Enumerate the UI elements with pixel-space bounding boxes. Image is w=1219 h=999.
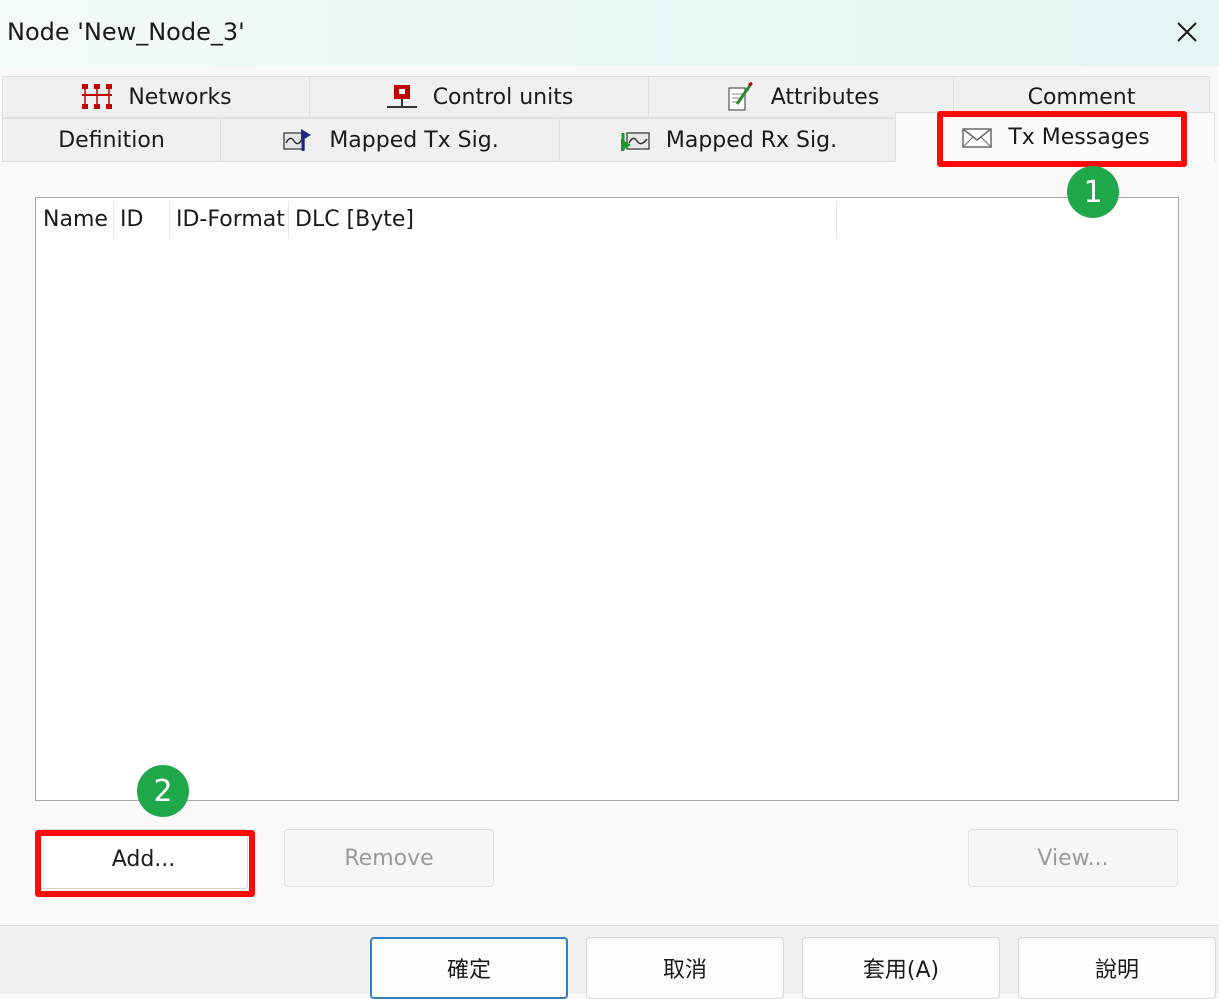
apply-button[interactable]: 套用(A)	[802, 937, 1000, 999]
tab-label: Networks	[128, 84, 232, 110]
tab-mapped-rx-sig[interactable]: Mapped Rx Sig.	[559, 118, 896, 162]
control-units-icon	[385, 82, 419, 112]
networks-icon	[80, 82, 114, 112]
step-badge-2: 2	[137, 765, 189, 817]
mapped-rx-signal-icon	[618, 125, 652, 155]
column-header-filler	[836, 202, 1176, 238]
tab-label: Tx Messages	[1008, 125, 1150, 150]
remove-button[interactable]: Remove	[284, 829, 494, 887]
tab-tx-messages[interactable]: Tx Messages	[895, 112, 1215, 162]
tab-label: Comment	[1027, 84, 1136, 110]
attributes-icon	[723, 81, 757, 112]
add-button[interactable]: Add...	[39, 829, 248, 889]
tab-label: Mapped Tx Sig.	[329, 127, 499, 153]
window-title: Node 'New_Node_3'	[7, 18, 245, 46]
cancel-button[interactable]: 取消	[586, 937, 784, 999]
tab-networks[interactable]: Networks	[2, 76, 310, 118]
close-icon	[1177, 22, 1197, 42]
column-header-name[interactable]: Name	[36, 202, 114, 238]
tab-definition[interactable]: Definition	[2, 118, 221, 162]
help-button[interactable]: 說明	[1018, 937, 1216, 999]
tab-label: Mapped Rx Sig.	[665, 127, 838, 153]
title-bar: Node 'New_Node_3'	[0, 0, 1219, 66]
tab-mapped-tx-sig[interactable]: Mapped Tx Sig.	[220, 118, 560, 162]
view-button[interactable]: View...	[968, 829, 1178, 887]
close-button[interactable]	[1169, 14, 1205, 50]
column-header-id-format[interactable]: ID-Format	[169, 202, 289, 238]
column-header-id[interactable]: ID	[113, 202, 170, 238]
tab-label: Definition	[58, 127, 165, 153]
tab-label: Attributes	[770, 84, 880, 110]
mapped-tx-signal-icon	[281, 125, 315, 155]
step-badge-1: 1	[1067, 166, 1119, 218]
column-header-dlc[interactable]: DLC [Byte]	[288, 202, 837, 238]
ok-button[interactable]: 確定	[370, 937, 568, 999]
tab-label: Control units	[432, 84, 574, 110]
envelope-icon	[960, 123, 994, 153]
tab-control-units[interactable]: Control units	[309, 76, 649, 118]
tx-messages-list[interactable]: Name ID ID-Format DLC [Byte]	[35, 197, 1179, 801]
